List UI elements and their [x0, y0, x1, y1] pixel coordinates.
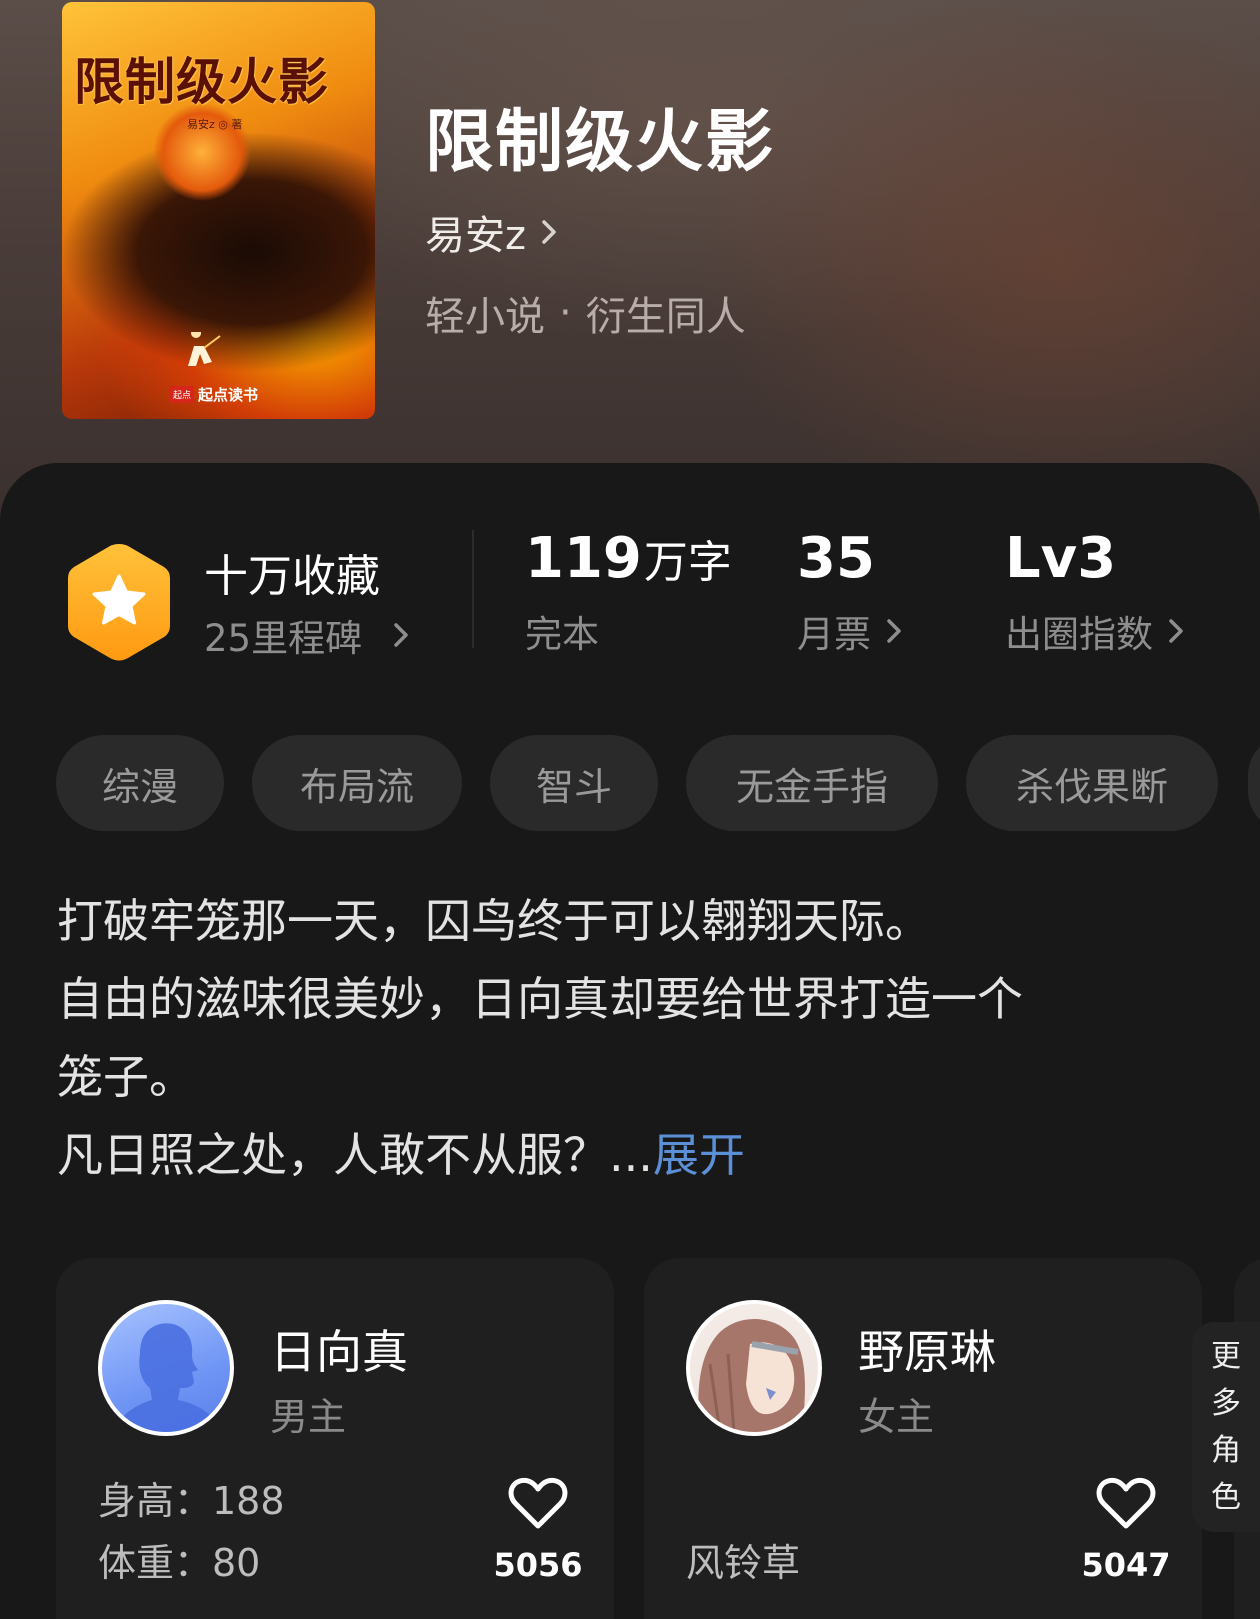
genre-separator: ·: [559, 290, 572, 336]
synopsis-line: 打破牢笼那一天，囚鸟终于可以翱翔天际。: [57, 894, 931, 948]
genre-subcategory[interactable]: 衍生同人: [586, 284, 746, 342]
chevron-right-icon: [887, 618, 901, 643]
character-name: 野原琳: [858, 1325, 996, 1379]
character-card[interactable]: 日向真 男主 身高：188 体重：80 5056: [56, 1258, 614, 1619]
character-avatar: [98, 1300, 234, 1436]
tag-chip[interactable]: 综漫: [56, 735, 224, 831]
character-attribute: 身高：188: [98, 1479, 285, 1523]
like-count: 5047: [1081, 1546, 1171, 1584]
more-roles-char: 更: [1211, 1339, 1241, 1374]
heart-icon[interactable]: [1096, 1476, 1156, 1530]
chevron-right-icon: [394, 623, 408, 647]
synopsis: 打破牢笼那一天，囚鸟终于可以翱翔天际。 自由的滋味很美妙，日向真却要给世界打造一…: [57, 882, 1217, 1194]
popularity-index-label: 出圈指数: [1005, 612, 1153, 656]
more-roles-char: 多: [1211, 1386, 1241, 1421]
popularity-index-stat[interactable]: Lv3 出圈指数: [1005, 528, 1185, 658]
tag-list: 综漫 布局流 智斗 无金手指 杀伐果断: [56, 735, 1260, 831]
book-title: 限制级火影: [425, 103, 776, 182]
more-roles-button[interactable]: 更 多 角 色: [1192, 1322, 1260, 1532]
cover-brand-mark: 起点: [170, 386, 195, 403]
character-card[interactable]: 野原琳 女主 风铃草 5047: [644, 1258, 1202, 1619]
collect-milestone-link[interactable]: 25里程碑: [204, 608, 410, 662]
expand-synopsis-link[interactable]: 展开: [653, 1128, 745, 1182]
word-count-value: 119: [525, 526, 642, 591]
cover-title: 限制级火影: [74, 53, 329, 111]
author-link[interactable]: 易安z: [425, 203, 558, 261]
book-cover[interactable]: 限制级火影 易安z ◎ 著 起点 起点读书: [62, 2, 375, 419]
word-count-stat: 119万字 完本: [525, 528, 732, 658]
synopsis-line: 凡日照之处，人敢不从服？...: [57, 1128, 653, 1182]
character-name: 日向真: [270, 1325, 408, 1379]
monthly-ticket-stat[interactable]: 35 月票: [797, 528, 903, 658]
genre-row: 轻小说 · 衍生同人: [425, 284, 746, 342]
tag-chip[interactable]: 杀伐果断: [966, 735, 1218, 831]
like-count: 5056: [493, 1546, 583, 1584]
character-attribute: 体重：80: [98, 1541, 261, 1585]
synopsis-line: 笼子。: [57, 1050, 195, 1104]
popularity-index-value: Lv3: [1005, 526, 1117, 591]
collect-milestone-title[interactable]: 十万收藏: [204, 540, 380, 604]
cover-figure-illustration: [188, 332, 221, 366]
character-role: 男主: [270, 1395, 347, 1439]
cover-brand: 起点 起点读书: [170, 384, 258, 405]
author-name: 易安z: [425, 213, 526, 259]
synopsis-line: 自由的滋味很美妙，日向真却要给世界打造一个: [57, 972, 1023, 1026]
tag-chip[interactable]: 智斗: [490, 735, 658, 831]
monthly-ticket-value: 35: [797, 526, 875, 591]
heart-icon[interactable]: [508, 1476, 568, 1530]
character-attribute: 风铃草: [686, 1541, 801, 1585]
chevron-right-icon: [1169, 618, 1183, 643]
star-badge-icon: [68, 544, 170, 661]
tag-chip[interactable]: 无金手指: [686, 735, 938, 831]
cover-author: 易安z ◎ 著: [187, 118, 243, 131]
anime-girl-avatar-icon: [698, 1319, 805, 1432]
genre-category[interactable]: 轻小说: [425, 284, 545, 342]
cover-brand-text: 起点读书: [198, 386, 259, 404]
completion-status: 完本: [525, 612, 599, 656]
stats-divider: [472, 530, 474, 648]
chevron-right-icon: [542, 220, 556, 244]
book-detail-page: 限制级火影 易安z ◎ 著 起点 起点读书 限制级火影 易安z 轻小说 · 衍生…: [0, 0, 1260, 1619]
monthly-ticket-label: 月票: [797, 612, 871, 656]
silhouette-avatar-icon: [112, 1323, 222, 1432]
word-count-unit: 万字: [643, 537, 732, 588]
tag-chip[interactable]: 布局流: [252, 735, 462, 831]
more-roles-char: 角: [1211, 1433, 1241, 1468]
character-avatar: [686, 1300, 822, 1436]
character-role: 女主: [858, 1395, 935, 1439]
more-roles-char: 色: [1211, 1480, 1241, 1515]
collect-milestone-count: 25里程碑: [204, 617, 363, 660]
